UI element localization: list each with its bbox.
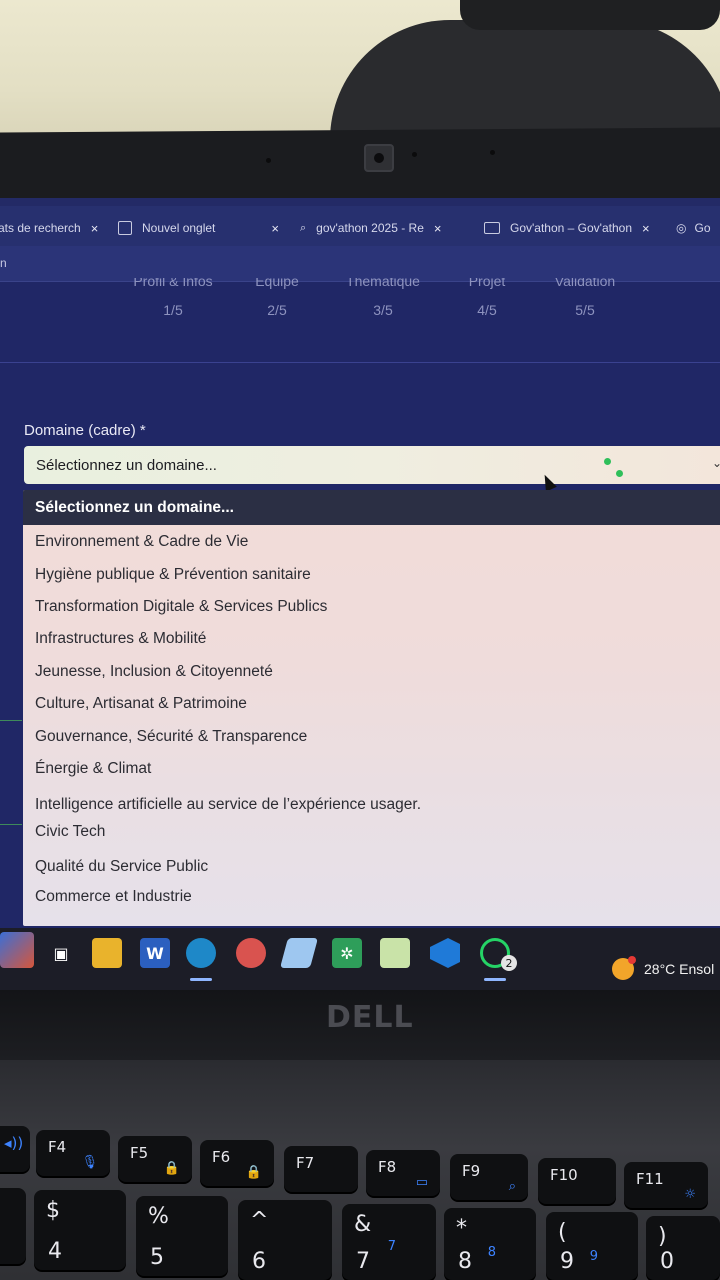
key-f11: F11 ☼ bbox=[624, 1162, 708, 1208]
key-4: $4 bbox=[34, 1190, 126, 1270]
vscode-icon[interactable] bbox=[430, 938, 460, 968]
dropdown-option[interactable]: Infrastructures & Mobilité bbox=[35, 630, 206, 648]
address-text: n bbox=[0, 256, 7, 270]
dropdown-option[interactable]: Civic Tech bbox=[35, 823, 105, 841]
stepper: Profil & Infos 1/5 Équipe 2/5 Thématique… bbox=[0, 278, 720, 342]
key-f4: F4 🎙 bbox=[36, 1130, 110, 1176]
tab-govathon[interactable]: Gov'athon – Gov'athon × bbox=[484, 216, 650, 240]
dropdown-option[interactable]: Qualité du Service Public bbox=[35, 858, 208, 876]
domain-dropdown-list: Sélectionnez un domaine... Environnement… bbox=[23, 490, 720, 926]
dropdown-option-placeholder[interactable]: Sélectionnez un domaine... bbox=[23, 490, 720, 525]
domain-field-label: Domaine (cadre) * bbox=[24, 422, 146, 439]
status-dot bbox=[604, 458, 611, 465]
divider-line bbox=[0, 720, 22, 721]
new-tab-icon bbox=[118, 221, 132, 235]
dropdown-option[interactable]: Hygiène publique & Prévention sanitaire bbox=[35, 566, 311, 584]
weather-sun-icon bbox=[612, 956, 636, 980]
key-0: ) 0 bbox=[646, 1216, 720, 1280]
chevron-down-icon: ⌄ bbox=[711, 456, 720, 470]
tab-govathon-search[interactable]: ⌕ gov'athon 2025 - Re × bbox=[300, 216, 441, 240]
site-favicon-icon bbox=[484, 222, 500, 234]
key-f6: F6 🔒 bbox=[200, 1140, 274, 1186]
close-icon[interactable]: × bbox=[434, 221, 442, 236]
browser-tab-bar: ats de recherch × Nouvel onglet × ⌕ gov'… bbox=[0, 206, 720, 246]
notes-icon[interactable] bbox=[279, 938, 319, 968]
webcam-icon bbox=[364, 144, 394, 172]
tab-label: Nouvel onglet bbox=[142, 221, 216, 235]
running-app-indicator bbox=[484, 978, 506, 981]
step-1[interactable]: Profil & Infos 1/5 bbox=[118, 278, 228, 318]
divider-line bbox=[0, 824, 22, 825]
office-chair-top bbox=[460, 0, 720, 30]
tab-label: Go bbox=[694, 221, 711, 235]
notepad-icon[interactable] bbox=[380, 938, 410, 968]
tab-search-results[interactable]: ats de recherch × bbox=[0, 216, 98, 240]
status-dot bbox=[616, 470, 623, 477]
extension-icon: ◎ bbox=[676, 221, 687, 235]
app-green-icon[interactable]: ✲ bbox=[332, 938, 362, 968]
step-3[interactable]: Thématique 3/5 bbox=[328, 278, 438, 318]
close-icon[interactable]: × bbox=[271, 221, 279, 236]
tab-new-tab[interactable]: Nouvel onglet × bbox=[118, 216, 279, 240]
sensor-dot bbox=[490, 150, 495, 155]
search-icon: ⌕ bbox=[300, 221, 307, 234]
key-f7: F7 bbox=[284, 1146, 358, 1192]
whatsapp-icon[interactable]: 2 bbox=[480, 938, 517, 971]
key-f9: F9 ⌕ bbox=[450, 1154, 528, 1200]
weather-widget[interactable]: 28°C Ensol bbox=[612, 956, 715, 980]
active-app-indicator bbox=[190, 978, 212, 981]
key-6: ^ 6 bbox=[238, 1200, 332, 1280]
address-bar[interactable]: n bbox=[0, 246, 720, 282]
dropdown-option[interactable]: Énergie & Climat bbox=[35, 760, 151, 778]
notification-badge: 2 bbox=[501, 955, 517, 971]
dropdown-option[interactable]: Jeunesse, Inclusion & Citoyenneté bbox=[35, 663, 273, 681]
paint-icon[interactable] bbox=[236, 938, 266, 968]
key-9: (9 9 bbox=[546, 1212, 638, 1280]
word-icon[interactable]: W bbox=[140, 938, 170, 968]
close-icon[interactable]: × bbox=[642, 221, 650, 236]
tab-label: Gov'athon – Gov'athon bbox=[510, 221, 632, 235]
step-5[interactable]: Validation 5/5 bbox=[530, 278, 640, 318]
key-f3: ◂)) bbox=[0, 1126, 30, 1172]
key-f5: F5 🔒 bbox=[118, 1136, 192, 1182]
key-7: & 7 7 bbox=[342, 1204, 436, 1280]
dell-logo: DELL bbox=[326, 1000, 414, 1035]
step-4[interactable]: Projet 4/5 bbox=[432, 278, 542, 318]
widgets-icon[interactable] bbox=[0, 932, 34, 968]
weather-text: 28°C Ensol bbox=[644, 961, 715, 977]
key-5: % 5 bbox=[136, 1196, 228, 1276]
dropdown-option[interactable]: Environnement & Cadre de Vie bbox=[35, 533, 248, 551]
dropdown-option[interactable]: Gouvernance, Sécurité & Transparence bbox=[35, 728, 307, 746]
key-8: * 8 8 bbox=[444, 1208, 536, 1280]
dropdown-option[interactable]: Transformation Digitale & Services Publi… bbox=[35, 598, 327, 616]
section-divider bbox=[0, 362, 720, 363]
step-2[interactable]: Équipe 2/5 bbox=[222, 278, 332, 318]
sensor-dot bbox=[266, 158, 271, 163]
close-icon[interactable]: × bbox=[91, 221, 99, 236]
key-3 bbox=[0, 1188, 26, 1264]
key-f10: F10 bbox=[538, 1158, 616, 1204]
tab-partial[interactable]: ◎ Go bbox=[676, 216, 711, 240]
dropdown-option[interactable]: Culture, Artisanat & Patrimoine bbox=[35, 695, 247, 713]
domain-select[interactable]: Sélectionnez un domaine... ⌄ bbox=[24, 446, 720, 484]
sensor-dot bbox=[412, 152, 417, 157]
key-f8: F8 ▭ bbox=[366, 1150, 440, 1196]
tab-label: gov'athon 2025 - Re bbox=[316, 221, 424, 235]
domain-select-value: Sélectionnez un domaine... bbox=[36, 456, 217, 474]
dropdown-option[interactable]: Commerce et Industrie bbox=[35, 888, 192, 906]
file-explorer-icon[interactable] bbox=[92, 938, 122, 968]
tab-label: ats de recherch bbox=[0, 221, 81, 235]
edge-icon[interactable] bbox=[186, 938, 216, 968]
task-view-icon[interactable]: ▣ bbox=[46, 938, 76, 968]
dropdown-option[interactable]: Intelligence artificielle au service de … bbox=[35, 796, 421, 814]
